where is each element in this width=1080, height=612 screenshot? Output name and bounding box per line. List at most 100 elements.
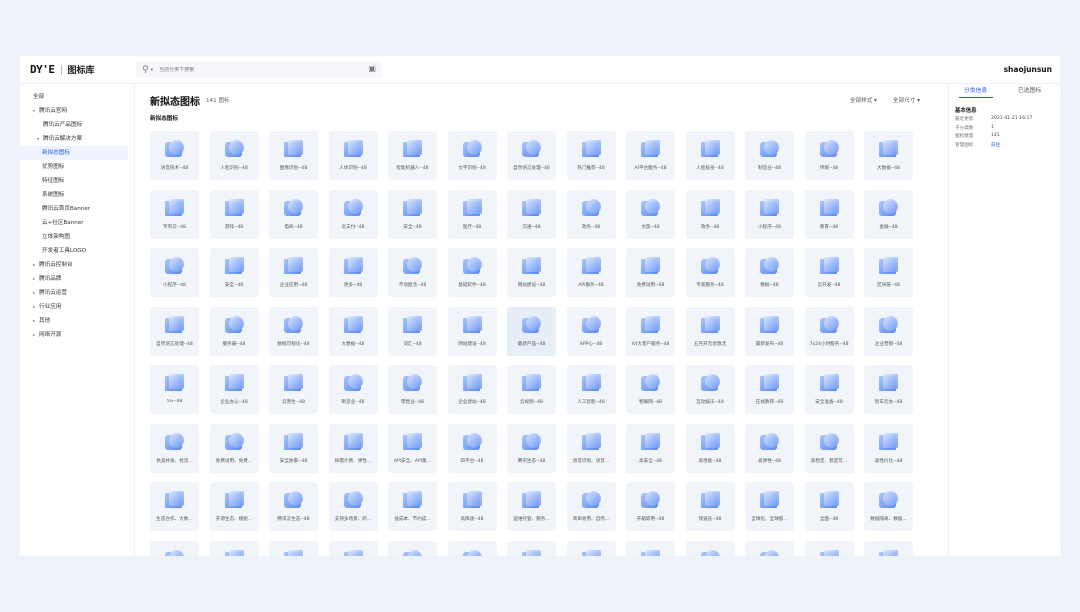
icon-card[interactable]: 7x24小时服务--48 bbox=[804, 306, 854, 356]
icon-card[interactable]: 支持多场景、跨... bbox=[328, 482, 378, 531]
icon-card[interactable]: APP心--48 bbox=[566, 306, 616, 356]
icon-card[interactable]: 开箱即用--48 bbox=[626, 482, 675, 531]
icon-card[interactable]: 政务--48 bbox=[566, 189, 616, 239]
icon-card[interactable]: 抗高并发、抗流... bbox=[150, 423, 199, 473]
icon-card[interactable] bbox=[685, 540, 735, 556]
icon-card[interactable]: 人脸核身--48 bbox=[685, 131, 735, 180]
icon-card[interactable]: 高稳定、稳定可... bbox=[804, 423, 854, 473]
icon-card[interactable]: 数据可视化--48 bbox=[269, 306, 318, 356]
icon-card[interactable]: 大数据--48 bbox=[864, 131, 913, 180]
icon-card[interactable]: 物联网--48 bbox=[626, 365, 675, 414]
icon-card[interactable]: 高降速--48 bbox=[447, 482, 497, 531]
icon-card[interactable]: 数据--48 bbox=[745, 248, 794, 297]
icon-card[interactable]: 高安全--48 bbox=[626, 423, 675, 473]
icon-card[interactable]: 自然语言处理--48 bbox=[507, 131, 556, 180]
icon-card[interactable]: 企业办公--48 bbox=[209, 365, 259, 414]
icon-card[interactable] bbox=[864, 540, 913, 556]
icon-card[interactable]: 安全--48 bbox=[388, 189, 437, 239]
sidebar-item[interactable]: 优势图标 bbox=[20, 160, 134, 174]
icon-card[interactable]: 安全--48 bbox=[209, 248, 259, 297]
icon-card[interactable]: 图像识别--48 bbox=[269, 131, 318, 180]
sidebar-item[interactable]: 腾讯云首页Banner bbox=[20, 202, 134, 216]
icon-card[interactable] bbox=[328, 540, 378, 556]
icon-card[interactable]: 电商--48 bbox=[269, 189, 318, 239]
icon-card[interactable]: 低成本、节约成... bbox=[388, 482, 437, 531]
icon-card[interactable] bbox=[447, 540, 497, 556]
icon-card[interactable]: AI平台服务--48 bbox=[626, 131, 675, 180]
camera-icon[interactable]: ▣ bbox=[368, 64, 376, 73]
icon-card[interactable]: 基础软件--48 bbox=[447, 248, 497, 297]
icon-card[interactable]: 云视频--48 bbox=[507, 365, 556, 414]
icon-card[interactable]: 人体识别--48 bbox=[328, 131, 378, 180]
icon-card[interactable]: 免费试用、免费... bbox=[209, 423, 259, 473]
sidebar-item[interactable]: 特征图标 bbox=[20, 174, 134, 188]
icon-card[interactable]: 小程序--48 bbox=[745, 189, 794, 239]
sidebar-item[interactable]: ▾ 腾讯云解决方案 bbox=[20, 132, 134, 146]
username[interactable]: shaojunsun bbox=[1004, 65, 1052, 74]
icon-card[interactable] bbox=[626, 540, 675, 556]
icon-card[interactable]: 互动娱乐--48 bbox=[685, 365, 735, 414]
icon-card[interactable]: 专有云--48 bbox=[150, 189, 199, 239]
icon-card[interactable]: 游戏--48 bbox=[209, 189, 259, 239]
icon-card[interactable] bbox=[745, 540, 794, 556]
icon-card[interactable]: 腾讯生态--48 bbox=[507, 423, 556, 473]
icon-card[interactable]: 语音识别、语音... bbox=[566, 423, 616, 473]
icon-card[interactable]: 人工智能--48 bbox=[566, 365, 616, 414]
icon-card[interactable]: 生态合作、大数... bbox=[150, 482, 199, 531]
search-input[interactable] bbox=[159, 66, 350, 73]
icon-card[interactable]: 快速迭--48 bbox=[685, 482, 735, 531]
icon-card[interactable]: 全球化、全球部... bbox=[745, 482, 794, 531]
icon-card[interactable]: 热门推荐--48 bbox=[566, 131, 616, 180]
size-filter-dropdown[interactable]: 全部尺寸 ▾ bbox=[893, 96, 920, 104]
icon-card[interactable]: 服务器--48 bbox=[209, 306, 259, 356]
icon-card[interactable]: 网站建设--48 bbox=[447, 306, 497, 356]
icon-card[interactable]: 交通--48 bbox=[507, 189, 556, 239]
icon-card[interactable] bbox=[269, 540, 318, 556]
icon-card[interactable] bbox=[507, 540, 556, 556]
sidebar-item[interactable]: ▸ 行业应用 bbox=[20, 300, 134, 314]
icon-card[interactable]: 云支付--48 bbox=[328, 189, 378, 239]
icon-card[interactable]: 词汇--48 bbox=[388, 306, 437, 356]
search-icon[interactable]: ⚲ bbox=[142, 65, 149, 75]
icon-card[interactable]: 数据隔离、数据... bbox=[864, 482, 913, 531]
search-box[interactable]: ⚲ ▾ ▣ bbox=[136, 61, 382, 78]
icon-card[interactable]: 大数据--48 bbox=[328, 306, 378, 356]
sidebar-item[interactable]: ▸ 腾讯云运营 bbox=[20, 286, 134, 300]
style-filter-dropdown[interactable]: 全部样式 ▾ bbox=[850, 96, 877, 104]
icon-card[interactable]: 云原生--48 bbox=[269, 365, 318, 414]
tab-category-info[interactable]: 分类信息 bbox=[964, 85, 987, 94]
sidebar-item[interactable]: ▾ 腾讯云官网 bbox=[20, 104, 134, 118]
sidebar-item[interactable]: ▸ 腾讯品牌 bbox=[20, 272, 134, 286]
manage-icons-link[interactable]: 前往 bbox=[991, 142, 1000, 148]
icon-card[interactable]: 最新产品--48 bbox=[507, 306, 556, 356]
icon-card[interactable]: 免费试用--48 bbox=[626, 248, 675, 297]
icon-card[interactable]: 企业建站--48 bbox=[447, 365, 497, 414]
icon-card[interactable]: 政务--48 bbox=[685, 189, 735, 239]
sidebar-item[interactable]: 全部 bbox=[20, 90, 134, 104]
sidebar-item[interactable]: 开发者工具LOGO bbox=[20, 244, 134, 258]
icon-card[interactable]: IVI大客户服务--48 bbox=[626, 306, 675, 356]
icon-card[interactable]: 按需计费、弹性... bbox=[328, 423, 378, 473]
icon-card[interactable]: 医疗--48 bbox=[447, 189, 497, 239]
icon-card[interactable]: 文字识别--48 bbox=[447, 131, 497, 180]
icon-card[interactable]: 开源生态、模组... bbox=[209, 482, 259, 531]
icon-card[interactable]: 最新发布--48 bbox=[745, 306, 794, 356]
icon-card[interactable]: 智能机器人--48 bbox=[388, 131, 437, 180]
icon-card[interactable]: 专家服务--48 bbox=[685, 248, 735, 297]
icon-card[interactable]: 制造业--48 bbox=[745, 131, 794, 180]
chevron-down-icon[interactable]: ▾ bbox=[151, 67, 154, 73]
icon-card[interactable]: 更多--48 bbox=[328, 248, 378, 297]
icon-card[interactable]: 制造业--48 bbox=[328, 365, 378, 414]
icon-card[interactable] bbox=[209, 540, 259, 556]
icon-card[interactable]: 高性能--48 bbox=[685, 423, 735, 473]
icon-card[interactable] bbox=[388, 540, 437, 556]
icon-card[interactable]: 不动屋活--48 bbox=[388, 248, 437, 297]
icon-card[interactable]: API安全、API集... bbox=[388, 423, 437, 473]
sidebar-item[interactable]: 腾讯云产品图标 bbox=[20, 118, 134, 132]
icon-card[interactable]: 四平台--48 bbox=[447, 423, 497, 473]
icon-card[interactable]: 小程序--48 bbox=[150, 248, 199, 297]
icon-card[interactable]: 金融--48 bbox=[864, 189, 913, 239]
icon-card[interactable]: 企业应用--48 bbox=[269, 248, 318, 297]
icon-card[interactable]: 文旅--48 bbox=[626, 189, 675, 239]
icon-card[interactable]: 安全防御--48 bbox=[269, 423, 318, 473]
